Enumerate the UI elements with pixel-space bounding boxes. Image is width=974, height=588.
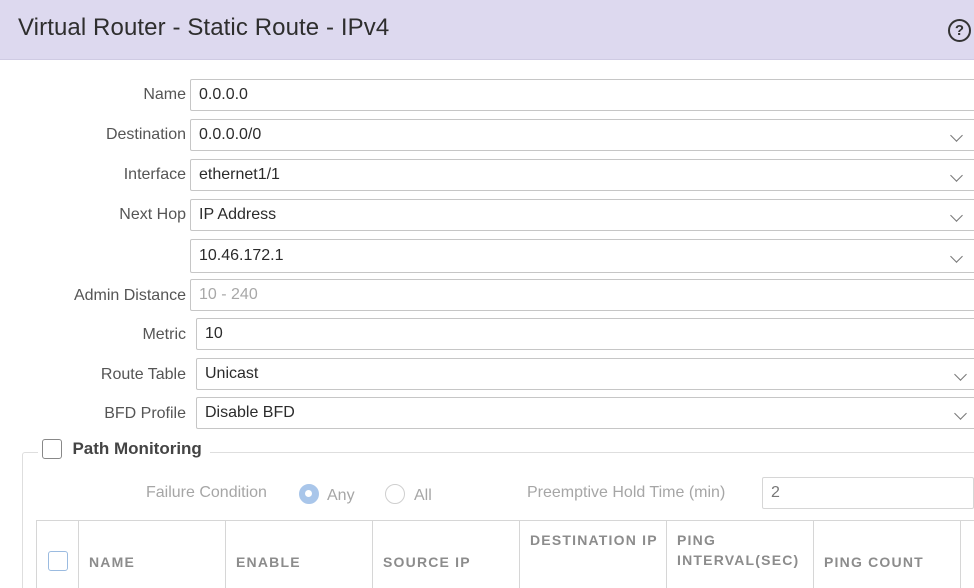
destination-combobox[interactable]: 0.0.0.0/0 (190, 119, 974, 151)
column-header-ping-count[interactable]: PING COUNT (814, 521, 961, 588)
name-label: Name (143, 86, 186, 103)
help-icon[interactable]: ? (948, 19, 971, 42)
column-header-ping-interval[interactable]: PING INTERVAL(SEC) (667, 521, 814, 588)
interface-select[interactable]: ethernet1/1 (190, 159, 974, 191)
path-monitoring-legend: Path Monitoring (38, 439, 210, 465)
metric-value: 10 (205, 325, 223, 342)
dialog-title: Virtual Router - Static Route - IPv4 (18, 14, 390, 41)
chevron-down-icon[interactable] (950, 250, 963, 263)
route-table-select[interactable]: Unicast (196, 358, 974, 390)
chevron-down-icon[interactable] (954, 368, 967, 381)
monitor-destinations-table: NAME ENABLE SOURCE IP DESTINATION IP PIN… (36, 520, 974, 588)
chevron-down-icon[interactable] (950, 169, 963, 182)
chevron-down-icon[interactable] (950, 209, 963, 222)
chevron-down-icon[interactable] (954, 407, 967, 420)
failure-condition-all-label: All (414, 487, 432, 504)
path-monitoring-checkbox[interactable] (42, 439, 62, 459)
column-header-destination-ip[interactable]: DESTINATION IP (520, 521, 667, 588)
destination-label: Destination (105, 126, 186, 143)
name-value: 0.0.0.0 (199, 86, 248, 103)
failure-condition-any-label: Any (327, 487, 355, 504)
next-hop-type-value: IP Address (199, 206, 277, 223)
bfd-profile-value: Disable BFD (205, 404, 295, 421)
route-table-value: Unicast (205, 365, 259, 382)
select-all-column (37, 521, 79, 588)
interface-value: ethernet1/1 (199, 166, 280, 183)
chevron-down-icon[interactable] (950, 129, 963, 142)
column-header-name[interactable]: NAME (79, 521, 226, 588)
next-hop-type-select[interactable]: IP Address (190, 199, 974, 231)
failure-condition-label: Failure Condition (146, 484, 267, 501)
metric-label: Metric (142, 326, 186, 343)
next-hop-label: Next Hop (119, 206, 186, 223)
name-input[interactable]: 0.0.0.0 (190, 79, 974, 111)
select-all-checkbox[interactable] (48, 551, 68, 571)
interface-label: Interface (123, 166, 186, 183)
dialog-header: Virtual Router - Static Route - IPv4 ? (0, 0, 974, 60)
destination-value: 0.0.0.0/0 (199, 126, 262, 143)
route-table-label: Route Table (100, 366, 186, 383)
next-hop-address-combobox[interactable]: 10.46.172.1 (190, 239, 974, 273)
bfd-profile-label: BFD Profile (104, 405, 186, 422)
admin-distance-input[interactable]: 10 - 240 (190, 279, 974, 311)
admin-distance-placeholder: 10 - 240 (199, 286, 258, 303)
failure-condition-all-radio[interactable] (385, 484, 405, 504)
path-monitoring-label: Path Monitoring (72, 439, 202, 458)
admin-distance-label: Admin Distance (73, 287, 186, 304)
preemptive-hold-time-label: Preemptive Hold Time (min) (527, 484, 726, 501)
preemptive-hold-time-input[interactable]: 2 (762, 477, 974, 509)
bfd-profile-select[interactable]: Disable BFD (196, 397, 974, 429)
preemptive-hold-time-value: 2 (771, 484, 780, 501)
column-header-source-ip[interactable]: SOURCE IP (373, 521, 520, 588)
next-hop-address-value: 10.46.172.1 (199, 247, 284, 264)
failure-condition-any-radio[interactable] (299, 484, 319, 504)
metric-input[interactable]: 10 (196, 318, 974, 350)
column-header-enable[interactable]: ENABLE (226, 521, 373, 588)
